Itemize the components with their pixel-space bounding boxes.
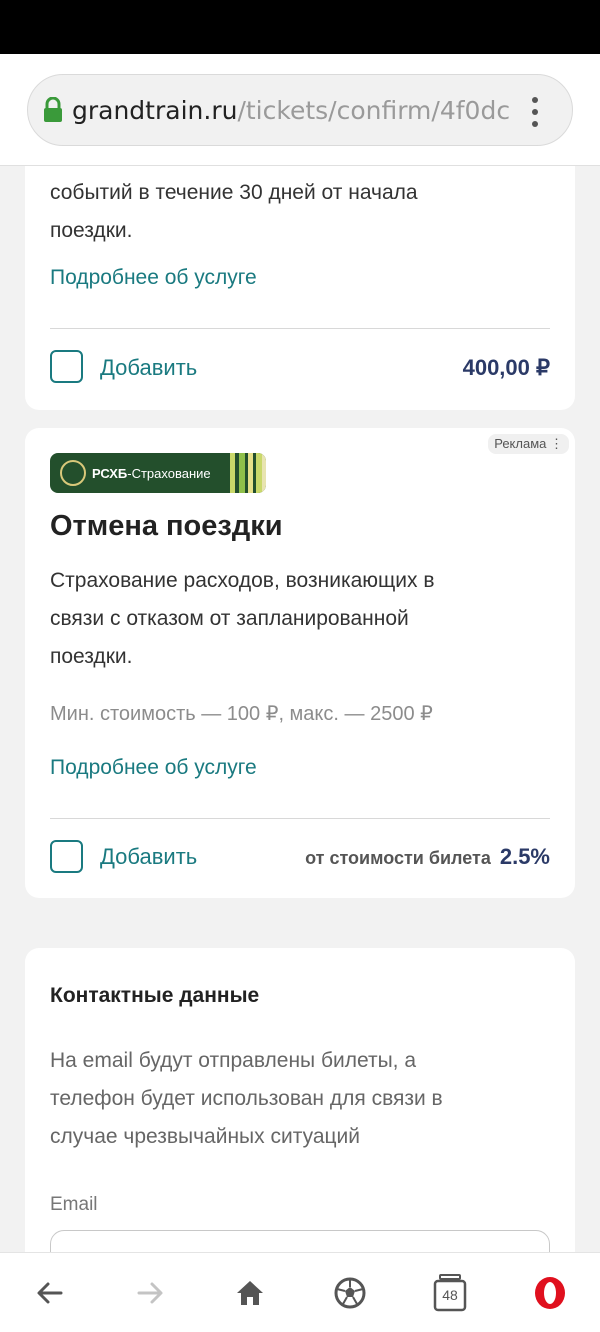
insurer-logo: РСХБ-Страхование (50, 453, 266, 493)
service-description: Страхование расходов, возникающих в связ… (50, 569, 435, 668)
service-card-trip-cancellation: Реклама ⋮ РСХБ-Страхование Отмена поездк… (25, 428, 575, 898)
divider (50, 328, 550, 329)
price-value: 2.5% (499, 844, 550, 869)
add-checkbox[interactable] (50, 840, 83, 873)
tabs-count: 48 (442, 1287, 458, 1303)
contacts-title: Контактные данные (50, 984, 260, 1007)
service-price: от стоимости билета 2.5% (305, 844, 550, 870)
url-text: grandtrain.ru/tickets/confirm/4f0dc (72, 96, 512, 125)
page-content: событий в течение 30 дней от начала поез… (0, 166, 600, 1252)
add-label[interactable]: Добавить (100, 844, 197, 870)
forward-arrow-icon[interactable] (130, 1273, 170, 1313)
more-info-link[interactable]: Подробнее об услуге (50, 266, 257, 290)
browser-bottom-bar: 48 (0, 1252, 600, 1332)
ad-badge[interactable]: Реклама ⋮ (488, 434, 569, 454)
contacts-description: На email будут отправлены билеты, а теле… (50, 1049, 443, 1148)
add-checkbox[interactable] (50, 350, 83, 383)
back-arrow-icon[interactable] (30, 1273, 70, 1313)
service-title: Отмена поездки (50, 510, 283, 542)
lock-icon (42, 96, 64, 123)
emblem-icon (60, 460, 86, 486)
email-label: Email (50, 1194, 98, 1215)
tabs-icon[interactable]: 48 (430, 1273, 470, 1313)
home-icon[interactable] (230, 1273, 270, 1313)
browser-menu-icon[interactable] (532, 97, 540, 133)
url-domain: grandtrain.ru (72, 95, 238, 125)
contacts-card: Контактные данные На email будут отправл… (25, 948, 575, 1252)
service-price: 400,00 ₽ (462, 355, 550, 380)
status-bar (0, 0, 600, 54)
more-info-link[interactable]: Подробнее об услуге (50, 756, 257, 780)
address-bar[interactable]: grandtrain.ru/tickets/confirm/4f0dc (27, 74, 573, 146)
divider (50, 818, 550, 819)
logo-stripes (226, 453, 266, 493)
url-path: /tickets/confirm/4f0dc (237, 95, 511, 125)
service-card-previous: событий в течение 30 дней от начала поез… (25, 166, 575, 410)
service-description: событий в течение 30 дней от начала поез… (50, 181, 418, 242)
soccer-ball-icon[interactable] (330, 1273, 370, 1313)
email-field[interactable] (50, 1230, 550, 1252)
price-prefix: от стоимости билета (305, 848, 491, 868)
opera-menu-icon[interactable] (530, 1273, 570, 1313)
cost-range: Мин. стоимость — 100 ₽, макс. — 2500 ₽ (50, 703, 433, 725)
browser-toolbar: grandtrain.ru/tickets/confirm/4f0dc (0, 54, 600, 166)
add-label[interactable]: Добавить (100, 355, 197, 381)
